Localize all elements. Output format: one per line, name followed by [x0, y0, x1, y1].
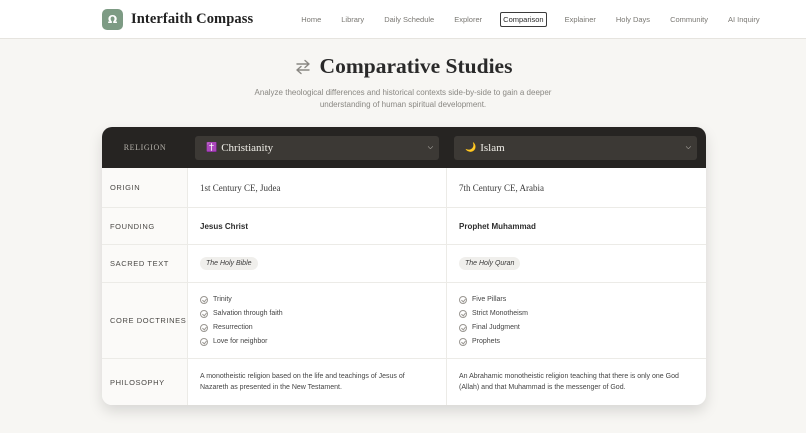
table-row-core-doctrines: CORE DOCTRINES Trinity Salvation through… [102, 282, 706, 358]
table-body: ORIGIN 1st Century CE, Judea 7th Century… [102, 168, 706, 405]
doctrine-list-right: Five Pillars Strict Monotheism Final Jud… [459, 293, 528, 349]
nav-item-holy-days[interactable]: Holy Days [614, 13, 652, 26]
nav-item-daily-schedule[interactable]: Daily Schedule [382, 13, 436, 26]
doctrine-label: Salvation through faith [213, 309, 283, 317]
nav-item-home[interactable]: Home [299, 13, 323, 26]
sacred-text-left: The Holy Bible [188, 245, 447, 282]
philosophy-left-text: A monotheistic religion based on the lif… [200, 373, 405, 391]
check-circle-icon [200, 309, 208, 318]
doctrines-left: Trinity Salvation through faith Resurrec… [188, 283, 447, 358]
nav-item-library[interactable]: Library [339, 13, 366, 26]
founding-left: Jesus Christ [188, 208, 447, 244]
row-label-sacred-text: SACRED TEXT [102, 245, 188, 282]
doctrines-right: Five Pillars Strict Monotheism Final Jud… [447, 283, 706, 358]
nav-item-ai-inquiry[interactable]: AI Inquiry [726, 13, 762, 26]
founding-right: Prophet Muhammad [447, 208, 706, 244]
chevron-down-icon: ⌵ [427, 143, 433, 151]
table-row-sacred-text: SACRED TEXT The Holy Bible The Holy Qura… [102, 244, 706, 282]
nav-item-community[interactable]: Community [668, 13, 710, 26]
doctrine-label: Prophets [472, 337, 501, 345]
doctrine-label: Strict Monotheism [472, 309, 529, 317]
religion-select-left-value: Christianity [221, 141, 274, 154]
list-item: Final Judgment [459, 321, 528, 335]
list-item: Strict Monotheism [459, 307, 528, 321]
list-item: Resurrection [200, 321, 283, 335]
doctrine-list-left: Trinity Salvation through faith Resurrec… [200, 293, 283, 349]
nav-item-explorer[interactable]: Explorer [452, 13, 484, 26]
origin-right-value: 7th Century CE, Arabia [459, 182, 544, 193]
sacred-text-right-badge: The Holy Quran [459, 257, 521, 270]
philosophy-right: An Abrahamic monotheistic religion teach… [447, 359, 706, 405]
row-label-philosophy: PHILOSOPHY [102, 359, 188, 405]
nav-item-explainer[interactable]: Explainer [563, 13, 598, 26]
row-label-origin: ORIGIN [102, 168, 188, 207]
origin-left-value: 1st Century CE, Judea [200, 182, 281, 193]
comparison-table: RELIGION ✝️ Christianity ⌵ 🌙 Islam ⌵ ORI… [102, 127, 706, 405]
nav-item-comparison[interactable]: Comparison [500, 11, 547, 27]
doctrine-label: Five Pillars [472, 295, 507, 303]
row-label-founding: FOUNDING [102, 208, 188, 244]
omega-logo-icon: Ω [102, 8, 123, 30]
doctrine-label: Resurrection [213, 323, 253, 331]
check-circle-icon [200, 323, 208, 332]
check-circle-icon [459, 323, 467, 332]
list-item: Five Pillars [459, 293, 528, 307]
list-item: Prophets [459, 335, 528, 349]
brand-name: Interfaith Compass [131, 10, 254, 27]
sacred-text-left-badge: The Holy Bible [200, 257, 258, 270]
check-circle-icon [459, 337, 467, 346]
check-circle-icon [200, 295, 208, 304]
philosophy-right-text: An Abrahamic monotheistic religion teach… [459, 373, 679, 391]
check-circle-icon [459, 309, 467, 318]
sacred-text-right: The Holy Quran [447, 245, 706, 282]
doctrine-label: Love for neighbor [213, 337, 268, 345]
table-row-philosophy: PHILOSOPHY A monotheistic religion based… [102, 358, 706, 405]
check-circle-icon [200, 337, 208, 346]
table-header: RELIGION ✝️ Christianity ⌵ 🌙 Islam ⌵ [102, 127, 706, 168]
nav-menu: Home Library Daily Schedule Explorer Com… [299, 11, 777, 27]
page-subtitle: Analyze theological differences and hist… [254, 88, 552, 109]
religion-select-left[interactable]: ✝️ Christianity ⌵ [195, 135, 439, 160]
founding-right-value: Prophet Muhammad [459, 221, 536, 231]
page-title: Comparative Studies [319, 54, 513, 78]
crescent-moon-icon: 🌙 [465, 142, 477, 153]
chevron-down-icon: ⌵ [685, 143, 691, 151]
list-item: Salvation through faith [200, 307, 283, 321]
doctrine-label: Trinity [213, 295, 232, 303]
swap-arrows-icon [295, 59, 310, 74]
list-item: Love for neighbor [200, 335, 283, 349]
origin-left: 1st Century CE, Judea [188, 168, 447, 207]
check-circle-icon [459, 295, 467, 304]
religion-header-label: RELIGION [123, 143, 167, 152]
table-row-origin: ORIGIN 1st Century CE, Judea 7th Century… [102, 168, 706, 207]
brand[interactable]: Ω Interfaith Compass [102, 8, 254, 30]
cross-icon: ✝️ [206, 142, 218, 153]
religion-select-right-value: Islam [480, 141, 505, 154]
top-nav: Ω Interfaith Compass Home Library Daily … [0, 0, 806, 39]
row-label-core-doctrines: CORE DOCTRINES [102, 283, 188, 358]
hero-title-row: Comparative Studies [0, 54, 806, 79]
founding-left-value: Jesus Christ [200, 221, 249, 231]
origin-right: 7th Century CE, Arabia [447, 168, 706, 207]
list-item: Trinity [200, 293, 283, 307]
religion-select-right[interactable]: 🌙 Islam ⌵ [454, 135, 697, 160]
doctrine-label: Final Judgment [472, 323, 520, 331]
philosophy-left: A monotheistic religion based on the lif… [188, 359, 447, 405]
hero: Comparative Studies Analyze theological … [0, 54, 806, 111]
table-row-founding: FOUNDING Jesus Christ Prophet Muhammad [102, 207, 706, 244]
